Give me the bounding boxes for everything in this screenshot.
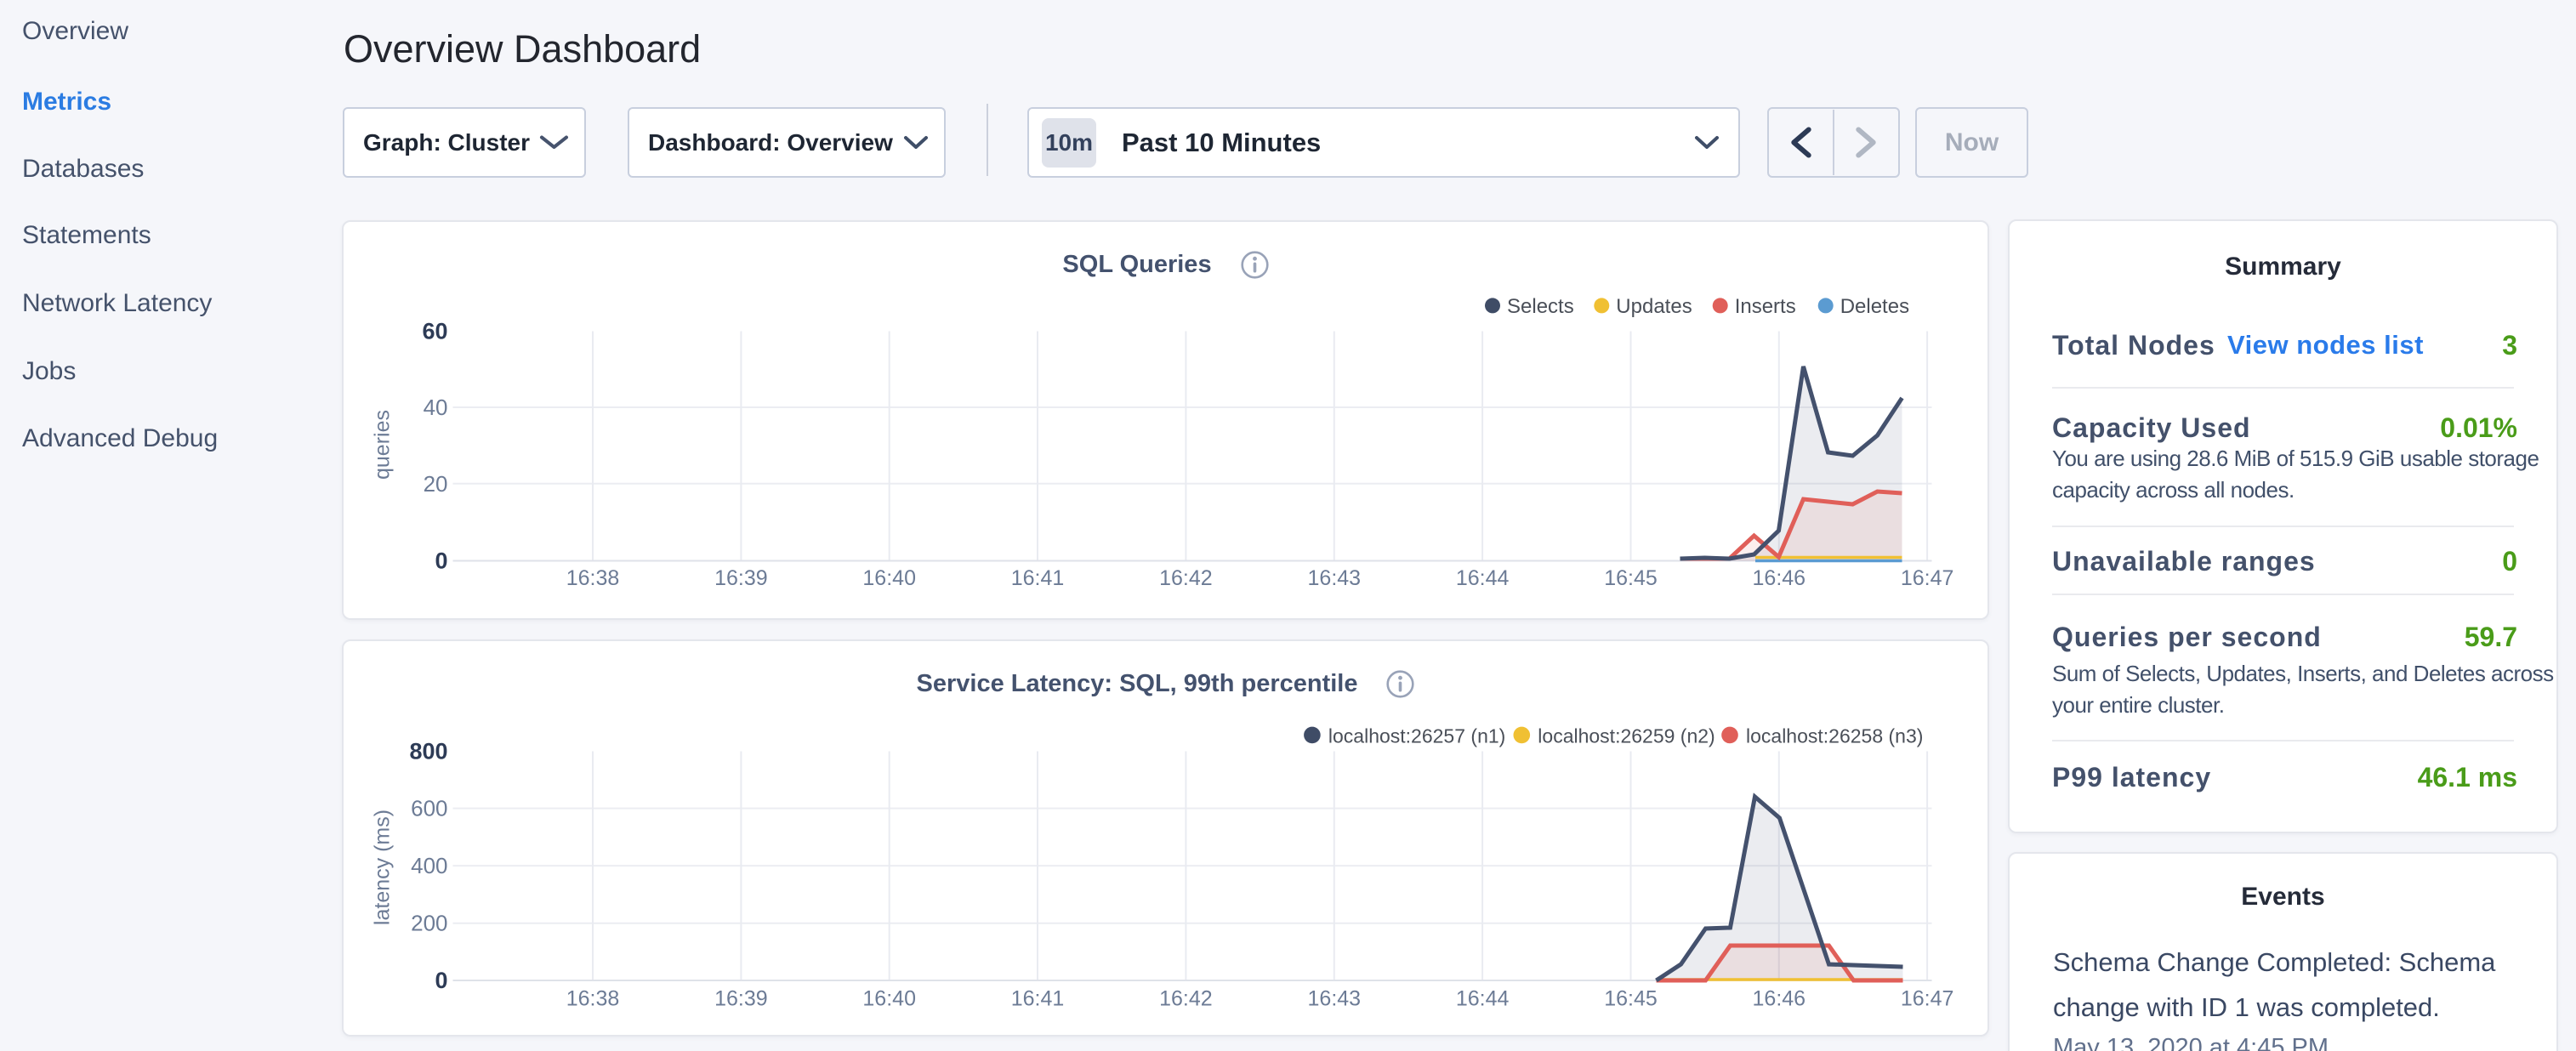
svg-text:16:40: 16:40: [862, 987, 916, 1011]
svg-text:60: 60: [422, 319, 447, 344]
svg-text:16:43: 16:43: [1308, 566, 1362, 590]
svg-text:16:44: 16:44: [1456, 987, 1510, 1011]
svg-text:16:38: 16:38: [566, 987, 620, 1011]
svg-text:16:39: 16:39: [714, 987, 768, 1011]
svg-text:16:41: 16:41: [1011, 987, 1065, 1011]
svg-text:400: 400: [411, 853, 447, 878]
svg-text:queries: queries: [371, 410, 395, 480]
svg-text:localhost:26257 (n1): localhost:26257 (n1): [1328, 724, 1505, 747]
svg-text:16:46: 16:46: [1753, 566, 1806, 590]
svg-text:16:44: 16:44: [1456, 566, 1510, 590]
svg-text:latency (ms): latency (ms): [371, 810, 395, 925]
svg-text:200: 200: [411, 911, 447, 936]
svg-text:16:41: 16:41: [1011, 566, 1065, 590]
svg-text:16:40: 16:40: [862, 566, 916, 590]
svg-text:16:47: 16:47: [1901, 566, 1954, 590]
svg-text:Selects: Selects: [1507, 295, 1574, 318]
svg-text:Inserts: Inserts: [1735, 295, 1796, 318]
svg-text:Deletes: Deletes: [1840, 295, 1909, 318]
svg-text:16:43: 16:43: [1308, 987, 1362, 1011]
svg-text:800: 800: [409, 739, 447, 764]
svg-text:16:45: 16:45: [1604, 566, 1658, 590]
svg-text:0: 0: [435, 968, 447, 993]
svg-text:16:42: 16:42: [1159, 566, 1213, 590]
svg-text:Updates: Updates: [1616, 295, 1692, 318]
svg-text:16:38: 16:38: [566, 566, 620, 590]
svg-text:16:47: 16:47: [1901, 987, 1954, 1011]
svg-text:20: 20: [424, 471, 448, 497]
svg-text:localhost:26258 (n3): localhost:26258 (n3): [1746, 724, 1923, 747]
svg-text:localhost:26259 (n2): localhost:26259 (n2): [1538, 724, 1714, 747]
svg-text:16:46: 16:46: [1753, 987, 1806, 1011]
svg-text:16:39: 16:39: [714, 566, 768, 590]
svg-text:0: 0: [435, 548, 447, 574]
svg-text:16:45: 16:45: [1604, 987, 1658, 1011]
svg-text:16:42: 16:42: [1159, 987, 1213, 1011]
svg-text:600: 600: [411, 796, 447, 821]
svg-text:40: 40: [424, 395, 448, 420]
